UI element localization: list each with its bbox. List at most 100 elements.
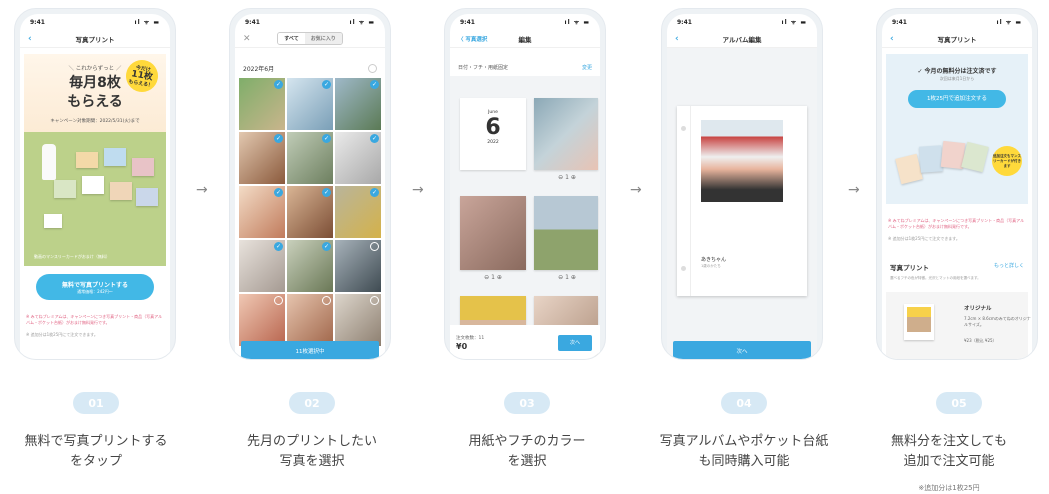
select-month-radio[interactable] [368, 64, 377, 73]
photo-tile[interactable]: ✓ [239, 78, 285, 130]
phone-screen-1: 9:41 ıl ᯤ ▬ ‹ 写真プリント ＼ これからずっと ／ 毎月8枚 もら… [14, 8, 176, 360]
free-print-button[interactable]: 無料で写真プリントする 通常価格：242円〜 [36, 274, 154, 300]
photo-tile[interactable]: ✓ [335, 186, 381, 238]
phone-screen-3: 9:41 ıl ᯤ ▬ 〈 写真選択 編集 日付・フチ・用紙固定 変更 June… [444, 8, 606, 360]
notice-pink: ※ みてねプレミアムは、キャンペーンにつき写真プリント・商品（写真アルバム・ポケ… [888, 218, 1025, 229]
status-icons: ıl ᯤ ▬ [781, 19, 807, 26]
step-caption-line2: 写真を選択 [279, 454, 345, 469]
checked-icon: ✓ [322, 242, 331, 251]
album-spine [677, 106, 691, 296]
close-icon[interactable]: ✕ [243, 34, 251, 44]
nav-bar: 〈 写真選択 編集 [450, 30, 600, 48]
photo-tile[interactable] [287, 294, 333, 346]
print-preview[interactable] [534, 196, 598, 270]
change-link[interactable]: 変更 [582, 64, 592, 71]
add-order-button[interactable]: 1枚25円で追加注文する [908, 90, 1006, 108]
next-button[interactable]: 次へ [558, 335, 592, 351]
order-footer: 注文枚数：11 ¥0 次へ [450, 325, 600, 359]
photo-tile[interactable]: ✓ [239, 132, 285, 184]
album-photo[interactable] [701, 120, 783, 202]
step-caption-line2: も同時購入可能 [698, 454, 790, 469]
step-caption: 先月のプリントしたい 写真を選択 [212, 432, 412, 472]
monthly-card-badge: 追加注文もマンスリーカードが付きます [992, 146, 1022, 176]
free-status-title: ✓ 今月の無料分は注文済です [917, 68, 997, 75]
photo-tile[interactable] [239, 294, 285, 346]
tab-all[interactable]: すべて [278, 33, 305, 44]
photo-tile[interactable]: ✓ [287, 240, 333, 292]
back-chevron-icon[interactable]: ‹ [890, 34, 894, 44]
checked-icon: ✓ [370, 188, 379, 197]
photo-tile[interactable]: ✓ [287, 132, 333, 184]
step-caption-line2: 追加で注文可能 [903, 454, 995, 469]
checked-icon: ✓ [274, 134, 283, 143]
quantity-stepper[interactable]: ⊖ 1 ⊕ [468, 274, 518, 281]
tab-favorites[interactable]: お気に入り [304, 33, 342, 44]
photo-tile[interactable]: ✓ [335, 78, 381, 130]
status-bar: 9:41 ıl ᯤ ▬ [667, 14, 817, 30]
checked-icon: ✓ [322, 80, 331, 89]
campaign-banner: ＼ これからずっと ／ 毎月8枚 もらえる キャンペーン対象期間：2022/5/… [24, 54, 166, 266]
photo-tile[interactable] [335, 240, 381, 292]
status-icons: ıl ᯤ ▬ [349, 19, 375, 26]
step-caption-line1: 無料で写真プリントする [24, 434, 168, 449]
unchecked-icon [370, 296, 379, 305]
section-title: 写真プリント [890, 264, 929, 272]
print-card [895, 153, 923, 185]
edit-area: June 6 2022 ⊖ 1 ⊕ ⊖ 1 ⊕ ⊖ 1 ⊕ [450, 76, 600, 359]
selected-count-button[interactable]: 11枚選択中 [241, 341, 379, 359]
step-number-badge: 01 [73, 392, 119, 414]
nav-bar: ‹ 写真プリント [20, 30, 170, 48]
step-caption-line2: をタップ [69, 454, 122, 469]
print-card [110, 182, 132, 200]
photo-tile[interactable]: ✓ [335, 132, 381, 184]
back-chevron-icon[interactable]: ‹ [28, 34, 32, 44]
checked-icon: ✓ [322, 134, 331, 143]
quantity-stepper[interactable]: ⊖ 1 ⊕ [542, 274, 592, 281]
step-caption-line2: を選択 [507, 454, 547, 469]
promo-footnote: 動画のマンスリーカードがおまけ（無料） [34, 254, 110, 259]
photo-tile[interactable]: ✓ [239, 186, 285, 238]
step-caption: 写真アルバムやポケット台紙 も同時購入可能 [644, 432, 844, 472]
flow-arrow: → [630, 182, 642, 198]
step-caption: 用紙やフチのカラー を選択 [427, 432, 627, 472]
photo-tile[interactable]: ✓ [287, 78, 333, 130]
album-page: あきちゃん 1歳のかたち [677, 106, 807, 296]
print-preview[interactable] [460, 196, 526, 270]
step-number-badge: 02 [289, 392, 335, 414]
page-title: 編集 [518, 35, 532, 44]
nav-bar: ‹ 写真プリント [882, 30, 1032, 48]
quantity-stepper[interactable]: ⊖ 1 ⊕ [542, 174, 592, 181]
order-price: ¥0 [456, 342, 468, 351]
cta-label: 無料で写真プリントする [61, 282, 128, 289]
step-caption: 無料で写真プリントする をタップ [0, 432, 196, 472]
product-thumbnail [904, 304, 934, 340]
back-chevron-icon[interactable]: ‹ [675, 34, 679, 44]
step-caption: 無料分を注文しても 追加で注文可能 [859, 432, 1039, 472]
photo-tile[interactable]: ✓ [239, 240, 285, 292]
status-bar: 9:41 ıl ᯤ ▬ [20, 14, 170, 30]
checked-icon: ✓ [274, 80, 283, 89]
free-status-panel: ✓ 今月の無料分は注文済です 次回は来月1日から 1枚25円で追加注文する 追加… [886, 54, 1028, 204]
status-time: 9:41 [30, 18, 45, 26]
photo-tile[interactable] [335, 294, 381, 346]
bottle-illustration [42, 144, 56, 180]
print-card [44, 214, 62, 228]
product-card[interactable]: オリジナル 7.2cm × 8.6cmのみてねのオリジナルサイズ。 ¥23（税込… [886, 292, 1031, 359]
next-button[interactable]: 次へ [673, 341, 811, 359]
screen-4: 9:41 ıl ᯤ ▬ ‹ アルバム編集 あきちゃん 1歳のかたち 次へ [667, 14, 817, 359]
back-to-photo-select[interactable]: 〈 写真選択 [458, 35, 487, 43]
checked-icon: ✓ [274, 188, 283, 197]
phone-screen-4: 9:41 ıl ᯤ ▬ ‹ アルバム編集 あきちゃん 1歳のかたち 次へ [661, 8, 823, 360]
step-caption-line1: 先月のプリントしたい [246, 434, 377, 449]
status-bar: 9:41 ıl ᯤ ▬ [450, 14, 600, 30]
section-sub: 選べるフチの色が特徴。光沢とマットの用紙を選べます。 [890, 276, 981, 280]
print-preview[interactable] [534, 98, 598, 170]
step-caption-line1: 写真アルバムやポケット台紙 [659, 434, 829, 449]
status-time: 9:41 [892, 18, 907, 26]
month-label: 2022年6月 [243, 66, 275, 73]
binding-hole [681, 126, 686, 131]
status-time: 9:41 [245, 18, 260, 26]
more-link[interactable]: もっと詳しく [994, 262, 1024, 272]
settings-label: 日付・フチ・用紙固定 [458, 65, 509, 71]
photo-tile[interactable]: ✓ [287, 186, 333, 238]
